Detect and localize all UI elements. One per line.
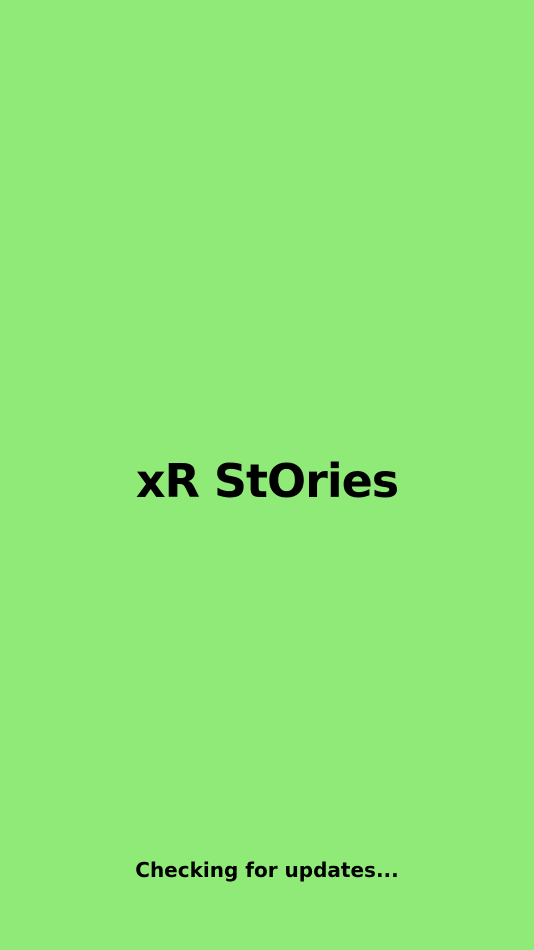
update-status-text: Checking for updates... [135, 858, 399, 882]
app-logo-text: xR StOries [135, 454, 399, 508]
app-logo: xR StOries [0, 449, 534, 513]
splash-screen: xR StOries Checking for updates... [0, 0, 534, 950]
